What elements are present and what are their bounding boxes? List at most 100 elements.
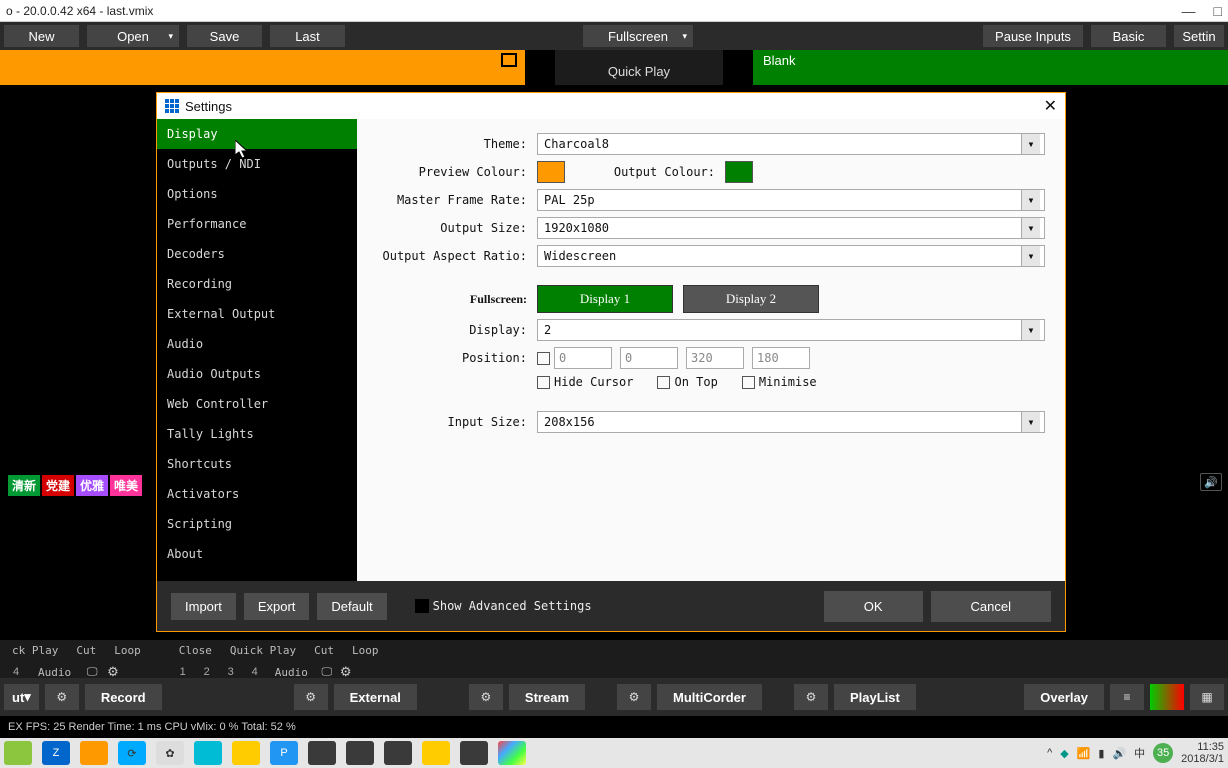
- gear-icon[interactable]: ⚙: [617, 684, 651, 710]
- minimise-checkbox[interactable]: Minimise: [742, 375, 817, 389]
- position-w-input[interactable]: 320: [686, 347, 744, 369]
- minimize-icon[interactable]: —: [1182, 3, 1196, 19]
- ok-button[interactable]: OK: [824, 591, 923, 622]
- position-h-input[interactable]: 180: [752, 347, 810, 369]
- basic-button[interactable]: Basic: [1091, 25, 1166, 47]
- nav-item-scripting[interactable]: Scripting: [157, 509, 357, 539]
- volume-icon[interactable]: 🔊: [1112, 747, 1126, 760]
- taskbar-app[interactable]: [4, 741, 32, 765]
- import-button[interactable]: Import: [171, 593, 236, 620]
- nav-item-recording[interactable]: Recording: [157, 269, 357, 299]
- display-select[interactable]: 2: [537, 319, 1045, 341]
- tray-chevron-icon[interactable]: ^: [1047, 747, 1052, 759]
- external-button[interactable]: External: [334, 684, 417, 710]
- maximize-icon[interactable]: □: [1214, 3, 1222, 19]
- save-button[interactable]: Save: [187, 25, 262, 47]
- nav-item-display[interactable]: Display: [157, 119, 357, 149]
- tag-item[interactable]: 唯美: [110, 475, 142, 496]
- open-button[interactable]: Open: [87, 25, 179, 47]
- battery-icon[interactable]: ▮: [1098, 747, 1104, 760]
- levels-icon[interactable]: [1150, 684, 1184, 710]
- output-colour-swatch[interactable]: [725, 161, 753, 183]
- fullscreen-button[interactable]: Fullscreen: [583, 25, 693, 47]
- nav-item-performance[interactable]: Performance: [157, 209, 357, 239]
- cut-button[interactable]: Cut: [70, 642, 102, 659]
- taskbar-app[interactable]: [384, 741, 412, 765]
- gear-icon[interactable]: ⚙: [794, 684, 828, 710]
- taskbar-app[interactable]: [232, 741, 260, 765]
- tray-icon[interactable]: ◆: [1060, 747, 1068, 760]
- record-button[interactable]: Record: [85, 684, 162, 710]
- input-size-select[interactable]: 208x156: [537, 411, 1045, 433]
- nav-item-shortcuts[interactable]: Shortcuts: [157, 449, 357, 479]
- nav-item-outputs-ndi[interactable]: Outputs / NDI: [157, 149, 357, 179]
- speaker-icon[interactable]: 🔊: [1200, 473, 1222, 491]
- ck-play-button[interactable]: ck Play: [6, 642, 64, 659]
- hide-cursor-checkbox[interactable]: Hide Cursor: [537, 375, 633, 389]
- nav-item-external-output[interactable]: External Output: [157, 299, 357, 329]
- close-button[interactable]: Close: [173, 642, 218, 659]
- pause-inputs-button[interactable]: Pause Inputs: [983, 25, 1083, 47]
- default-button[interactable]: Default: [317, 593, 386, 620]
- nav-item-options[interactable]: Options: [157, 179, 357, 209]
- nav-item-tally-lights[interactable]: Tally Lights: [157, 419, 357, 449]
- display-2-button[interactable]: Display 2: [683, 285, 819, 313]
- position-x-input[interactable]: 0: [554, 347, 612, 369]
- tag-item[interactable]: 优雅: [76, 475, 108, 496]
- export-button[interactable]: Export: [244, 593, 310, 620]
- nav-item-decoders[interactable]: Decoders: [157, 239, 357, 269]
- ime-icon[interactable]: 中: [1134, 745, 1145, 761]
- ut-button[interactable]: ut ▾: [4, 684, 39, 710]
- taskbar-app[interactable]: [460, 741, 488, 765]
- gear-icon[interactable]: ⚙: [45, 684, 79, 710]
- taskbar-app[interactable]: Z: [42, 741, 70, 765]
- show-advanced-checkbox[interactable]: Show Advanced Settings: [415, 599, 592, 613]
- wifi-icon[interactable]: 📶: [1077, 747, 1091, 760]
- taskbar-app[interactable]: [194, 741, 222, 765]
- nav-item-audio-outputs[interactable]: Audio Outputs: [157, 359, 357, 389]
- position-y-input[interactable]: 0: [620, 347, 678, 369]
- settings-content: Theme: Charcoal8 Preview Colour: Output …: [357, 119, 1065, 581]
- taskbar-app[interactable]: [422, 741, 450, 765]
- tag-item[interactable]: 党建: [42, 475, 74, 496]
- taskbar-app[interactable]: [308, 741, 336, 765]
- cancel-button[interactable]: Cancel: [931, 591, 1051, 622]
- stream-button[interactable]: Stream: [509, 684, 585, 710]
- taskbar-app[interactable]: ⟳: [118, 741, 146, 765]
- preview-colour-swatch[interactable]: [537, 161, 565, 183]
- position-checkbox[interactable]: [537, 352, 550, 365]
- taskbar-app[interactable]: P: [270, 741, 298, 765]
- on-top-checkbox[interactable]: On Top: [657, 375, 717, 389]
- list-icon[interactable]: ≡: [1110, 684, 1144, 710]
- last-button[interactable]: Last: [270, 25, 345, 47]
- display-1-button[interactable]: Display 1: [537, 285, 673, 313]
- grid-icon[interactable]: ▦: [1190, 684, 1224, 710]
- loop-button[interactable]: Loop: [346, 642, 385, 659]
- settings-button[interactable]: Settin: [1174, 25, 1224, 47]
- taskbar-app[interactable]: [80, 741, 108, 765]
- gear-icon[interactable]: ⚙: [294, 684, 328, 710]
- quick-play-button[interactable]: Quick Play: [555, 50, 723, 85]
- close-icon[interactable]: ✕: [1044, 96, 1057, 116]
- nav-item-about[interactable]: About: [157, 539, 357, 569]
- overlay-button[interactable]: Overlay: [1024, 684, 1104, 710]
- output-size-select[interactable]: 1920x1080: [537, 217, 1045, 239]
- taskbar-app[interactable]: [346, 741, 374, 765]
- taskbar-app[interactable]: ✿: [156, 741, 184, 765]
- tray-badge[interactable]: 35: [1153, 743, 1173, 763]
- nav-item-web-controller[interactable]: Web Controller: [157, 389, 357, 419]
- output-aspect-ratio-select[interactable]: Widescreen: [537, 245, 1045, 267]
- playlist-button[interactable]: PlayList: [834, 684, 916, 710]
- nav-item-audio[interactable]: Audio: [157, 329, 357, 359]
- gear-icon[interactable]: ⚙: [469, 684, 503, 710]
- loop-button[interactable]: Loop: [108, 642, 147, 659]
- quick-play-button[interactable]: Quick Play: [224, 642, 302, 659]
- nav-item-activators[interactable]: Activators: [157, 479, 357, 509]
- master-frame-rate-select[interactable]: PAL 25p: [537, 189, 1045, 211]
- tag-item[interactable]: 清新: [8, 475, 40, 496]
- taskbar-app[interactable]: [498, 741, 526, 765]
- cut-button[interactable]: Cut: [308, 642, 340, 659]
- multicorder-button[interactable]: MultiCorder: [657, 684, 762, 710]
- theme-select[interactable]: Charcoal8: [537, 133, 1045, 155]
- new-button[interactable]: New: [4, 25, 79, 47]
